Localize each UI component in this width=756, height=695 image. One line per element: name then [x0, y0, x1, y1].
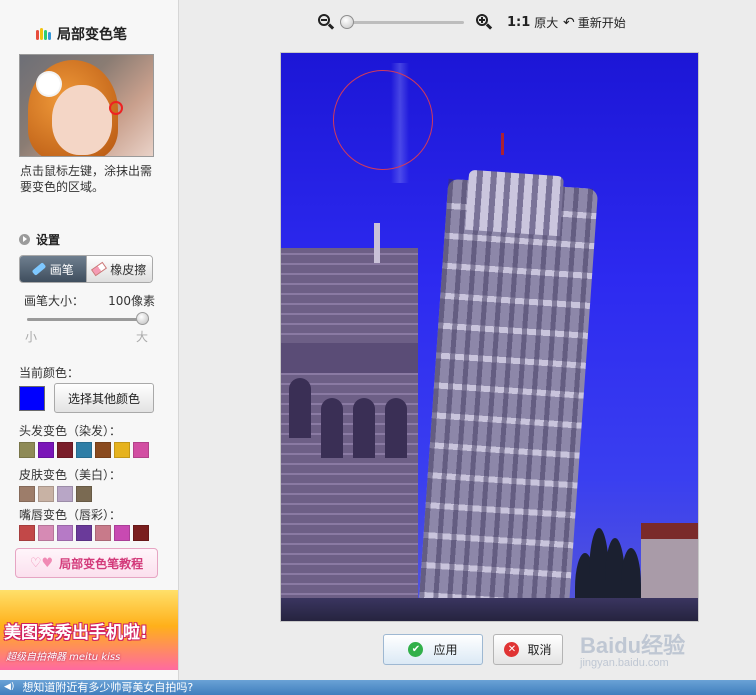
color-swatch[interactable]	[38, 486, 54, 502]
ad-sub-text: 超级自拍神器 meitu kiss	[6, 652, 121, 663]
settings-header: 设置	[19, 231, 60, 248]
brush-label: 画笔	[49, 262, 74, 277]
apply-label: 应用	[433, 643, 458, 657]
panel-title: 局部变色笔	[57, 27, 127, 43]
choose-other-color-button[interactable]: 选择其他颜色	[54, 383, 154, 413]
zoom-slider[interactable]	[344, 21, 464, 24]
hair-color-swatches	[19, 442, 152, 458]
brush-button[interactable]: 画笔	[20, 256, 86, 282]
status-text: 想知道附近有多少帅哥美女自拍吗?	[22, 681, 194, 694]
expand-arrow-icon	[19, 234, 30, 245]
color-swatch[interactable]	[38, 525, 54, 541]
settings-label: 设置	[36, 233, 61, 247]
cancel-button[interactable]: ✕ 取消	[493, 634, 563, 665]
color-swatch[interactable]	[38, 442, 54, 458]
zoom-out-icon[interactable]	[318, 14, 335, 30]
hair-color-label: 头发变色（染发）：	[19, 424, 122, 438]
brush-eraser-toggle: 画笔 橡皮擦	[19, 255, 153, 283]
tower-belfry	[465, 169, 564, 237]
brush-size-slider-thumb[interactable]	[136, 312, 149, 325]
eraser-icon	[91, 261, 108, 277]
leaning-tower	[419, 178, 599, 609]
brush-size-label: 画笔大小：	[24, 294, 85, 308]
color-swatch[interactable]	[57, 486, 73, 502]
color-swatch[interactable]	[133, 442, 149, 458]
color-swatch[interactable]	[114, 525, 130, 541]
eraser-button[interactable]: 橡皮擦	[85, 256, 152, 282]
color-swatch[interactable]	[57, 442, 73, 458]
panel-title-row: 局部变色笔	[35, 24, 127, 44]
color-swatch[interactable]	[76, 442, 92, 458]
thumbnail-cursor-indicator	[109, 101, 123, 115]
lip-color-label: 嘴唇变色（唇彩）：	[19, 508, 122, 522]
ad-banner[interactable]: 美图秀秀出手机啦! 超级自拍神器 meitu kiss	[0, 590, 178, 670]
color-swatch[interactable]	[19, 442, 35, 458]
tutorial-button[interactable]: ♡♥ 局部变色笔教程	[15, 548, 158, 578]
ground	[281, 598, 698, 621]
skin-color-label: 皮肤变色（美白）：	[19, 468, 122, 482]
eraser-label: 橡皮擦	[110, 262, 147, 277]
color-brush-icon	[35, 26, 51, 42]
lip-color-swatches	[19, 525, 152, 541]
preview-thumbnail	[19, 54, 154, 157]
color-swatch[interactable]	[19, 486, 35, 502]
tutorial-label: 局部变色笔教程	[59, 556, 144, 571]
ad-main-text: 美图秀秀出手机啦!	[4, 623, 148, 643]
size-min-label: 小	[25, 330, 38, 344]
skin-color-swatches	[19, 486, 95, 502]
instruction-text: 点击鼠标左键，涂抹出需要变色的区域。	[20, 164, 153, 194]
brush-size-value: 100像素	[108, 294, 155, 308]
original-size-button[interactable]: 1:1 原大	[507, 14, 558, 31]
restart-button[interactable]: ↶ 重新开始	[563, 14, 626, 31]
baidu-watermark: Baidu经验	[580, 633, 686, 658]
cancel-label: 取消	[527, 643, 552, 657]
check-icon: ✔	[408, 642, 424, 657]
image-canvas[interactable]	[280, 52, 699, 622]
color-swatch[interactable]	[95, 525, 111, 541]
color-swatch[interactable]	[133, 525, 149, 541]
restart-label: 重新开始	[577, 16, 626, 30]
original-size-label: 原大	[534, 16, 559, 30]
color-swatch[interactable]	[76, 486, 92, 502]
brush-size-row: 画笔大小： 100像素	[24, 292, 155, 309]
zoom-in-icon[interactable]	[476, 14, 493, 30]
speaker-icon: ◀)	[4, 682, 15, 692]
current-color-swatch	[19, 386, 45, 411]
cathedral	[281, 248, 418, 621]
apply-button[interactable]: ✔ 应用	[383, 634, 483, 665]
brush-icon	[31, 262, 47, 276]
baidu-watermark-url: jingyan.baidu.com	[580, 657, 669, 669]
sidebar: 局部变色笔 点击鼠标左键，涂抹出需要变色的区域。 设置 画笔 橡皮擦 画笔大小：…	[0, 0, 179, 680]
cathedral-spire	[374, 223, 380, 263]
tower-flag	[501, 133, 504, 155]
close-icon: ✕	[504, 642, 520, 657]
one-to-one-icon: 1:1	[507, 15, 531, 30]
cathedral-wing	[281, 343, 418, 373]
zoom-slider-thumb[interactable]	[340, 15, 354, 29]
brush-size-slider[interactable]	[27, 318, 149, 321]
status-bar[interactable]: ◀) 想知道附近有多少帅哥美女自拍吗?	[0, 680, 756, 695]
undo-icon: ↶	[563, 14, 575, 31]
brush-cursor-circle	[333, 70, 433, 170]
color-swatch[interactable]	[95, 442, 111, 458]
current-color-label: 当前颜色：	[19, 366, 80, 380]
color-swatch[interactable]	[19, 525, 35, 541]
color-swatch[interactable]	[57, 525, 73, 541]
color-swatch[interactable]	[76, 525, 92, 541]
heart-icon: ♡♥	[29, 555, 54, 571]
color-swatch[interactable]	[114, 442, 130, 458]
size-max-label: 大	[136, 330, 149, 344]
